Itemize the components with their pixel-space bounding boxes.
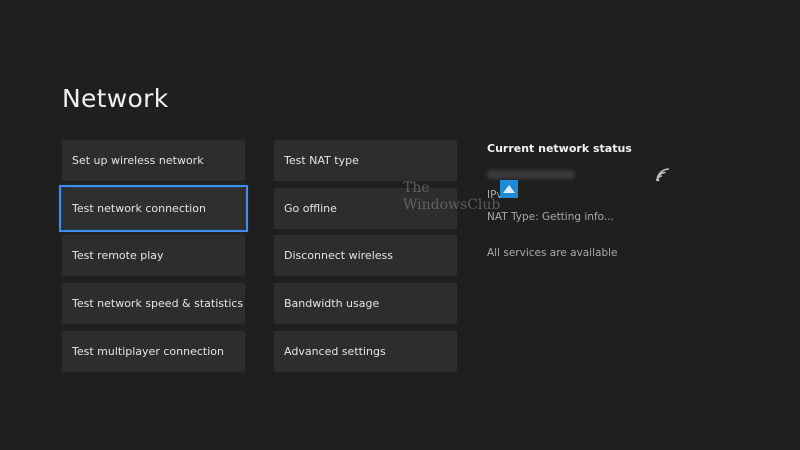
tile-label: Set up wireless network	[72, 154, 204, 167]
watermark-text: The	[403, 180, 430, 196]
tile-label: Bandwidth usage	[284, 297, 380, 310]
tile-label: Test NAT type	[284, 154, 359, 167]
windowsclub-logo-icon	[500, 180, 518, 198]
tile-label: Test network connection	[72, 202, 206, 215]
set-up-wireless-network-button[interactable]: Set up wireless network	[62, 140, 245, 181]
disconnect-wireless-button[interactable]: Disconnect wireless	[274, 235, 457, 276]
watermark-text: WindowsClub	[403, 197, 501, 213]
xbox-network-settings-screen: Network Set up wireless network Test net…	[0, 0, 800, 450]
test-nat-type-button[interactable]: Test NAT type	[274, 140, 457, 181]
status-heading: Current network status	[487, 142, 632, 155]
tile-label: Disconnect wireless	[284, 249, 393, 262]
tile-label: Test multiplayer connection	[72, 345, 224, 358]
wifi-signal-icon	[656, 168, 670, 182]
test-network-connection-button[interactable]: Test network connection	[59, 185, 248, 232]
advanced-settings-button[interactable]: Advanced settings	[274, 331, 457, 372]
tile-label: Go offline	[284, 202, 337, 215]
services-status: All services are available	[487, 247, 618, 259]
watermark: The WindowsClub	[403, 180, 523, 222]
tile-label: Advanced settings	[284, 345, 386, 358]
tile-label: Test network speed & statistics	[72, 297, 244, 310]
test-multiplayer-connection-button[interactable]: Test multiplayer connection	[62, 331, 245, 372]
network-name-redacted	[487, 170, 575, 179]
page-title: Network	[62, 84, 169, 113]
test-network-speed-button[interactable]: Test network speed & statistics	[62, 283, 245, 324]
test-remote-play-button[interactable]: Test remote play	[62, 235, 245, 276]
bandwidth-usage-button[interactable]: Bandwidth usage	[274, 283, 457, 324]
tile-label: Test remote play	[72, 249, 164, 262]
